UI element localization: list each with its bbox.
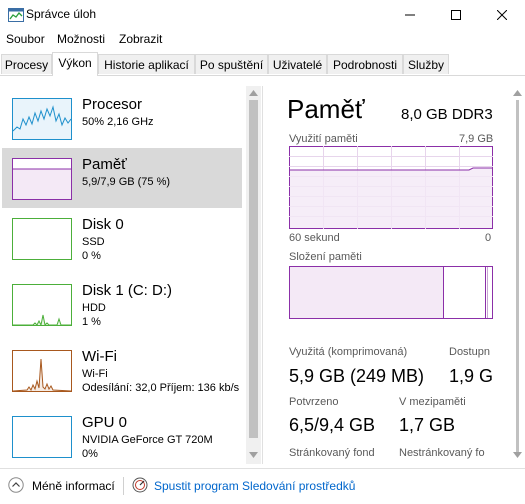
maximize-button[interactable] (433, 0, 479, 30)
wifi-thumbnail (12, 350, 72, 392)
cached-value: 1,7 GB (399, 415, 456, 435)
paged-pool-label: Stránkovaný fond (289, 447, 375, 459)
resource-name: GPU 0 (82, 414, 128, 431)
resource-list-scrollbar[interactable] (246, 86, 261, 464)
menu-file[interactable]: Soubor (6, 32, 45, 46)
fewer-details-link[interactable]: Méně informací (32, 479, 115, 493)
resource-detail: SSD (82, 236, 105, 248)
resource-name: Paměť (82, 156, 127, 173)
window-title: Správce úloh (26, 7, 97, 21)
cached-label: V mezipaměti (399, 396, 466, 408)
memory-detail-pane: Paměť 8,0 GB DDR3 Využití paměti 7,9 GB … (263, 86, 510, 464)
minimize-icon (405, 14, 415, 16)
resource-list: Procesor 50% 2,16 GHz Paměť 5,9/7,9 GB (… (0, 86, 246, 464)
tab-processes[interactable]: Procesy (1, 54, 52, 74)
memory-composition-bar (289, 266, 493, 319)
footer-divider (123, 477, 124, 495)
tab-users[interactable]: Uživatelé (268, 54, 327, 74)
scroll-up-icon[interactable] (249, 90, 258, 96)
resource-name: Procesor (82, 96, 143, 113)
usage-chart-max: 7,9 GB (459, 133, 494, 145)
close-icon (497, 10, 507, 20)
tab-app-history[interactable]: Historie aplikací (98, 54, 195, 74)
scroll-down-icon[interactable] (249, 452, 258, 458)
resource-throughput: Odesílání: 32,0 Příjem: 136 kb/s (82, 382, 240, 394)
tab-strip: Procesy Výkon Historie aplikací Po spušt… (0, 52, 525, 76)
available-value: 1,9 G (449, 366, 494, 386)
menu-view[interactable]: Zobrazit (119, 32, 162, 46)
scroll-up-icon[interactable] (513, 90, 522, 96)
menu-options[interactable]: Možnosti (57, 32, 105, 46)
gpu-thumbnail (12, 416, 72, 458)
resource-detail: 5,9/7,9 GB (75 %) (82, 176, 171, 188)
resource-cpu[interactable]: Procesor 50% 2,16 GHz (2, 88, 242, 148)
committed-label: Potvrzeno (289, 396, 339, 408)
minimize-button[interactable] (387, 0, 433, 30)
resource-name: Disk 0 (82, 216, 124, 233)
resource-monitor-icon (132, 477, 148, 493)
memory-usage-chart (289, 146, 493, 229)
detail-title: Paměť (287, 94, 365, 124)
resource-disk-1[interactable]: Disk 1 (C: D:) HDD 1 % (2, 274, 242, 334)
collapse-chevron-icon[interactable] (8, 477, 24, 493)
resource-detail: Wi-Fi (82, 368, 108, 380)
resource-usage: 0 % (82, 250, 101, 262)
time-axis-start: 60 sekund (289, 232, 340, 244)
detail-scrollbar[interactable] (510, 86, 525, 464)
time-axis-end: 0 (485, 232, 492, 244)
tab-performance[interactable]: Výkon (52, 52, 98, 76)
scroll-down-icon[interactable] (513, 452, 522, 458)
resource-usage: 1 % (82, 316, 101, 328)
resource-disk-0[interactable]: Disk 0 SSD 0 % (2, 208, 242, 268)
memory-thumbnail (12, 158, 72, 200)
title-bar: Správce úloh (0, 0, 525, 30)
footer-bar: Méně informací Spustit program Sledování… (0, 468, 525, 504)
resource-detail: 50% 2,16 GHz (82, 116, 154, 128)
available-label: Dostupn (449, 346, 490, 358)
resource-usage: 0% (82, 448, 98, 460)
used-label: Využitá (komprimovaná) (289, 346, 408, 358)
open-resource-monitor-link[interactable]: Spustit program Sledování prostředků (154, 479, 355, 493)
tab-startup[interactable]: Po spuštění (195, 54, 268, 74)
resource-memory[interactable]: Paměť 5,9/7,9 GB (75 %) (2, 148, 242, 208)
cpu-thumbnail (12, 98, 72, 140)
scroll-thumb[interactable] (249, 100, 258, 438)
disk0-thumbnail (12, 218, 72, 260)
resource-wifi[interactable]: Wi-Fi Wi-Fi Odesílání: 32,0 Příjem: 136 … (2, 340, 242, 400)
resource-detail: NVIDIA GeForce GT 720M (82, 434, 213, 446)
used-value: 5,9 GB (249 MB) (289, 366, 425, 386)
resource-detail: HDD (82, 302, 106, 314)
nonpaged-pool-label: Nestránkovaný fo (399, 447, 485, 459)
composition-label: Složení paměti (289, 251, 362, 263)
tab-services[interactable]: Služby (403, 54, 449, 74)
close-button[interactable] (479, 0, 525, 30)
memory-spec: 8,0 GB DDR3 (401, 106, 493, 123)
resource-gpu[interactable]: GPU 0 NVIDIA GeForce GT 720M 0% (2, 406, 242, 464)
task-manager-icon (8, 8, 24, 22)
resource-name: Wi-Fi (82, 348, 117, 365)
tab-details[interactable]: Podrobnosti (327, 54, 403, 74)
committed-value: 6,5/9,4 GB (289, 415, 376, 435)
usage-chart-label: Využití paměti (289, 133, 358, 145)
resource-name: Disk 1 (C: D:) (82, 282, 172, 299)
menu-bar: Soubor Možnosti Zobrazit (0, 30, 525, 50)
scroll-thumb[interactable] (516, 100, 519, 454)
maximize-icon (451, 10, 461, 20)
disk1-thumbnail (12, 284, 72, 326)
